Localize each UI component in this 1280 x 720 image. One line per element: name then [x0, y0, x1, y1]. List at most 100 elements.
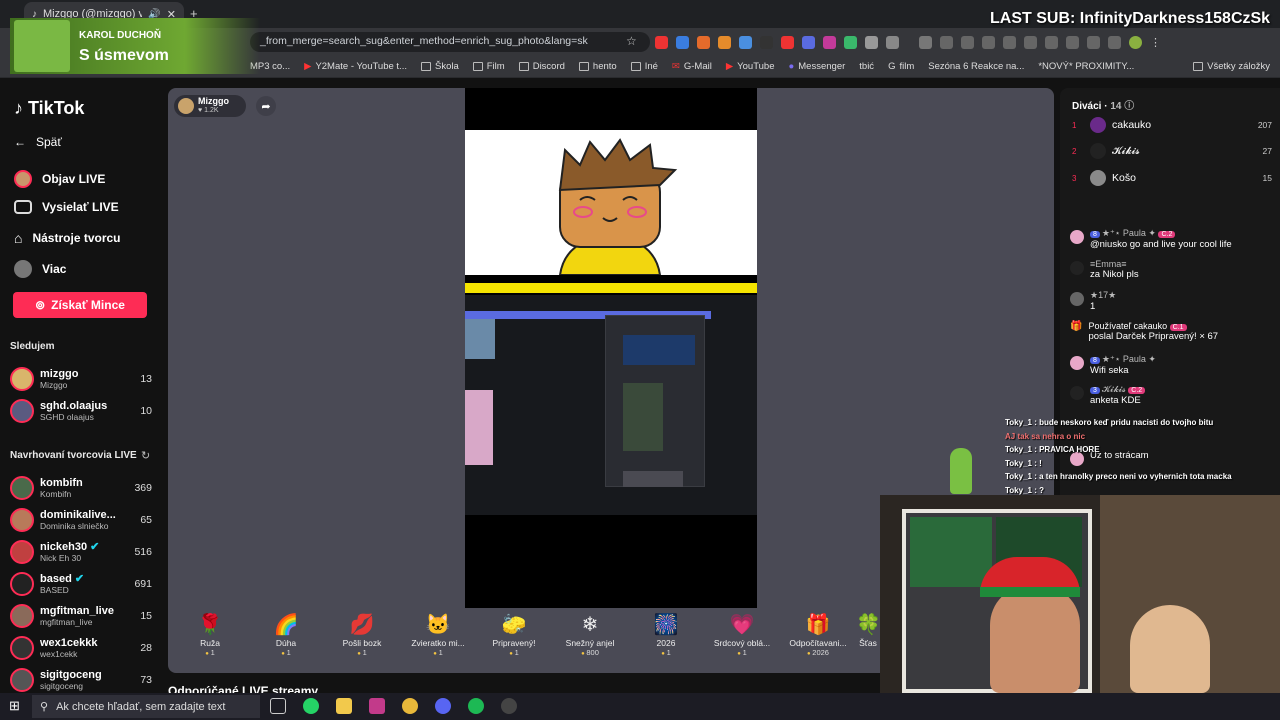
sidebar-item-creator-tools[interactable]: ⌂ Nástroje tvorcu: [14, 230, 121, 246]
bookmark-item[interactable]: Gfilm: [888, 61, 914, 72]
avatar: [178, 98, 194, 114]
tiktok-logo[interactable]: ♪ TikTok: [14, 98, 84, 119]
avatar: [1070, 292, 1084, 306]
folder-icon: [472, 62, 483, 71]
gift-item[interactable]: 🎆20261: [628, 612, 704, 668]
extension-icon[interactable]: [781, 35, 794, 49]
all-bookmarks[interactable]: Všetky záložky: [1193, 61, 1270, 72]
following-item[interactable]: mizggo Mizggo 13: [10, 365, 152, 393]
share-button[interactable]: ➦: [256, 96, 276, 116]
task-view-icon[interactable]: [270, 698, 286, 714]
suggested-item[interactable]: dominikalive... Dominika slniečko 65: [10, 506, 152, 534]
windows-start-icon[interactable]: ⊞: [9, 698, 20, 714]
menu-dots-icon[interactable]: ⋮: [1150, 36, 1163, 49]
gift-item[interactable]: 🌹Ruža1: [172, 612, 248, 668]
bookmark-item[interactable]: ● Messenger: [789, 61, 846, 72]
bookmark-item[interactable]: *NOVÝ* PROXIMITY...: [1038, 61, 1134, 72]
taskbar-search[interactable]: ⚲ Ak chcete hľadať, sem zadajte text: [32, 695, 260, 718]
sidebar-item-discover-live[interactable]: Objav LIVE: [14, 170, 105, 188]
suggested-item[interactable]: mgfitman_live mgfitman_live 15: [10, 602, 152, 630]
whatsapp-icon[interactable]: [303, 698, 319, 714]
gift-item[interactable]: 🌈Dúha1: [248, 612, 324, 668]
youtube-icon: ▶: [725, 61, 734, 72]
host-info[interactable]: Mizggo ♥ 1.2K: [174, 95, 246, 117]
bookmark-folder[interactable]: Film: [472, 61, 505, 72]
viewer-row[interactable]: 3 Košo 15: [1072, 167, 1272, 189]
spotify-icon[interactable]: [468, 698, 484, 714]
back-arrow-icon: ←: [14, 135, 26, 149]
suggested-item[interactable]: kombifn Kombifn 369: [10, 474, 152, 502]
bookmark-star-icon[interactable]: ☆: [626, 34, 637, 48]
gift-item[interactable]: 🐱Zvieratko mi...1: [400, 612, 476, 668]
sidebar-item-more[interactable]: Viac: [14, 260, 66, 278]
following-item[interactable]: sghd.olaajus SGHD olaajus 10: [10, 397, 152, 425]
extension-icon[interactable]: [802, 35, 815, 49]
profile-avatar[interactable]: [1129, 35, 1142, 49]
capture-icon[interactable]: [1024, 35, 1037, 49]
gift-item[interactable]: 💋Pošli bozk1: [324, 612, 400, 668]
link-icon[interactable]: [961, 35, 974, 49]
verified-icon: ✔: [90, 541, 100, 553]
viewer-row[interactable]: 2 𝓚𝓲𝓴𝓲𝓼 27: [1072, 140, 1272, 162]
bookmark-folder[interactable]: hento: [578, 61, 617, 72]
extension-icon[interactable]: [676, 35, 689, 49]
bookmark-item[interactable]: Sezóna 6 Reakce na...: [928, 61, 1024, 72]
cast-icon[interactable]: [982, 35, 995, 49]
extension-icon[interactable]: [823, 35, 836, 49]
avatar: [10, 668, 34, 692]
bookmark-item[interactable]: ▶ Y2Mate - YouTube t...: [304, 61, 407, 72]
extension-icon[interactable]: [739, 35, 752, 49]
gift-item[interactable]: 💗Srdcový oblá...1: [704, 612, 780, 668]
avatar: [1070, 356, 1084, 370]
card-icon[interactable]: [1087, 35, 1100, 49]
bookmark-folder[interactable]: Škola: [420, 61, 459, 72]
app-icon[interactable]: [369, 698, 385, 714]
chrome-icon[interactable]: [402, 698, 418, 714]
gift-item[interactable]: 🍀 Šťas: [856, 612, 880, 668]
bookmark-item[interactable]: ▶ YouTube: [726, 61, 775, 72]
extension-icon[interactable]: [718, 35, 731, 49]
suggested-item[interactable]: wex1cekkk wex1cekk 28: [10, 634, 152, 662]
extension-icon[interactable]: [760, 35, 773, 49]
obs-icon[interactable]: [501, 698, 517, 714]
puzzle-icon[interactable]: [886, 35, 899, 49]
download-icon[interactable]: [1045, 35, 1058, 49]
extension-icon[interactable]: [865, 35, 878, 49]
bookmark-folder[interactable]: Discord: [518, 61, 565, 72]
screen-share: [465, 295, 757, 515]
heart-icon: ♥: [198, 107, 203, 114]
gift-item[interactable]: ❄Snežný anjel800: [552, 612, 628, 668]
refresh-icon[interactable]: ↻: [141, 449, 150, 462]
bookmark-item[interactable]: tbić: [859, 61, 874, 72]
song-title: S úsmevom: [79, 47, 169, 64]
print-icon[interactable]: [919, 35, 932, 49]
discord-icon[interactable]: [435, 698, 451, 714]
file-explorer-icon[interactable]: [336, 698, 352, 714]
suggested-item[interactable]: based ✔ BASED 691: [10, 570, 152, 598]
suggested-item[interactable]: sigitgoceng sigitgoceng 73: [10, 666, 152, 694]
sidebar-item-go-live[interactable]: Vysielať LIVE: [14, 200, 119, 214]
bookmark-item[interactable]: ✉ G-Mail: [672, 61, 712, 72]
translate-icon[interactable]: [1003, 35, 1016, 49]
extension-icon[interactable]: [844, 35, 857, 49]
rank-badge: C.2: [1128, 387, 1146, 394]
suggested-item[interactable]: nickeh30 ✔ Nick Eh 30 516: [10, 538, 152, 566]
bookmark-folder[interactable]: Iné: [630, 61, 658, 72]
location-icon[interactable]: [1066, 35, 1079, 49]
grid-icon[interactable]: [940, 35, 953, 49]
extensions-menu-icon[interactable]: [1108, 35, 1121, 49]
get-coins-button[interactable]: ⊚ Získať Mince: [13, 292, 147, 318]
url-field[interactable]: _from_merge=search_sug&enter_method=enri…: [250, 32, 650, 52]
extension-toolbar: ⋮: [655, 33, 1255, 51]
extension-icon[interactable]: [655, 35, 668, 49]
coin-icon: ⊚: [35, 298, 46, 312]
viewer-row[interactable]: 1 cakauko 207: [1072, 114, 1272, 136]
avatar: [14, 170, 32, 188]
search-icon: ⚲: [40, 701, 49, 713]
gift-item[interactable]: 🧽Pripravený!1: [476, 612, 552, 668]
back-button[interactable]: ← Späť: [14, 135, 62, 149]
gift-icon: 🎁: [1070, 321, 1083, 332]
gift-item[interactable]: 🎁Odpočítavani...2026: [780, 612, 856, 668]
extension-icon[interactable]: [697, 35, 710, 49]
info-icon[interactable]: ⓘ: [1124, 101, 1134, 112]
